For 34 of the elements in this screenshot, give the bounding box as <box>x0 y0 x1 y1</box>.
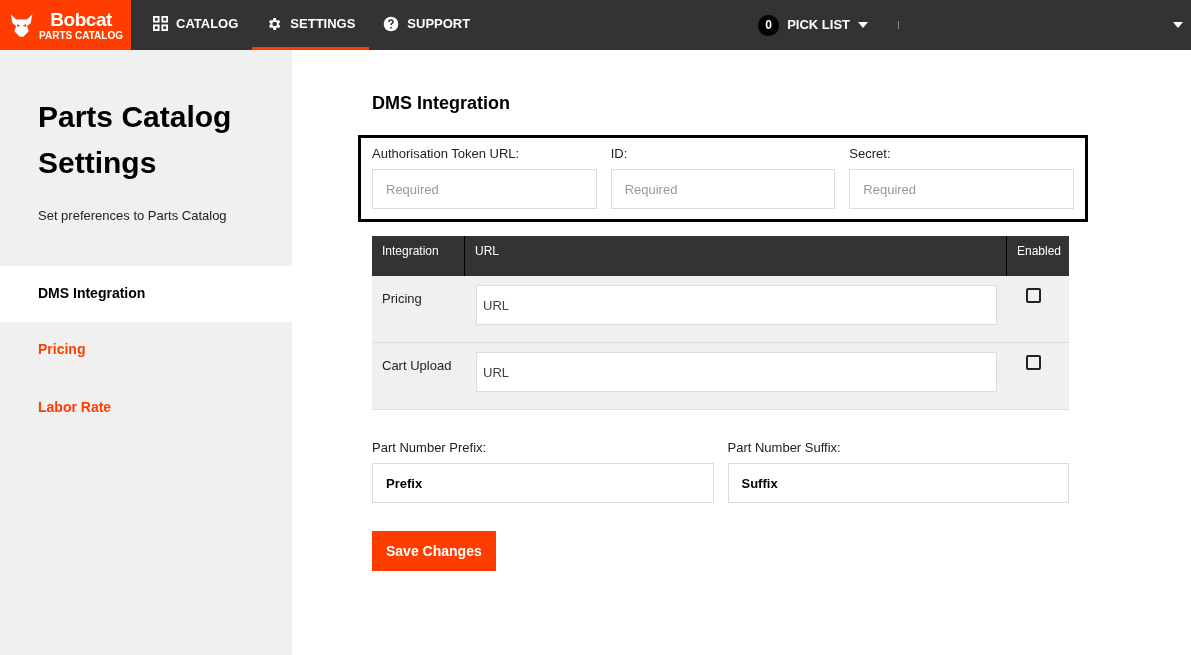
url-field[interactable]: URL <box>476 352 997 392</box>
enabled-checkbox[interactable] <box>1025 288 1041 303</box>
field-label: ID: <box>610 145 629 163</box>
field-label: Part Number Prefix: <box>372 439 488 457</box>
caret-icon <box>858 22 869 28</box>
input-field[interactable]: Prefix <box>372 463 714 503</box>
table-cell-text: Pricing <box>381 290 423 308</box>
help-icon <box>383 15 400 32</box>
pick-list-count: 0 <box>758 14 780 36</box>
enabled-checkbox[interactable] <box>1025 355 1041 370</box>
caret-icon <box>1173 22 1183 28</box>
settings-icon <box>266 15 283 32</box>
field-label: Secret: <box>849 145 892 163</box>
nav-tab[interactable]: CATALOG <box>139 0 253 50</box>
section-heading: DMS Integration <box>372 92 511 115</box>
input-field[interactable]: Required <box>849 169 1074 209</box>
save-button[interactable]: Save Changes <box>372 531 496 571</box>
pick-list-button[interactable]: 0 PICK LIST <box>758 0 869 50</box>
column-header: Enabled <box>1016 243 1063 260</box>
nav-tab[interactable]: SUPPORT <box>369 0 485 50</box>
input-field[interactable]: Required <box>372 169 597 209</box>
page-subtitle: Set preferences to Parts Catalog <box>37 207 228 225</box>
input-field[interactable]: Suffix <box>727 463 1069 503</box>
logo-subtitle: PARTS CATALOG <box>39 30 123 41</box>
brand-name: Bobcat <box>50 9 112 29</box>
table-cell-text: Cart Upload <box>381 357 453 375</box>
logo[interactable]: Bobcat PARTS CATALOG <box>0 0 131 50</box>
field-label: Authorisation Token URL: <box>372 145 521 163</box>
field-label: Part Number Suffix: <box>727 439 842 457</box>
input-field[interactable]: Required <box>610 169 836 209</box>
url-field[interactable]: URL <box>476 285 997 325</box>
page-title: Parts Catalog Settings <box>37 99 233 181</box>
sidebar-item[interactable]: DMS Integration <box>0 265 292 322</box>
grid-icon <box>153 16 168 31</box>
